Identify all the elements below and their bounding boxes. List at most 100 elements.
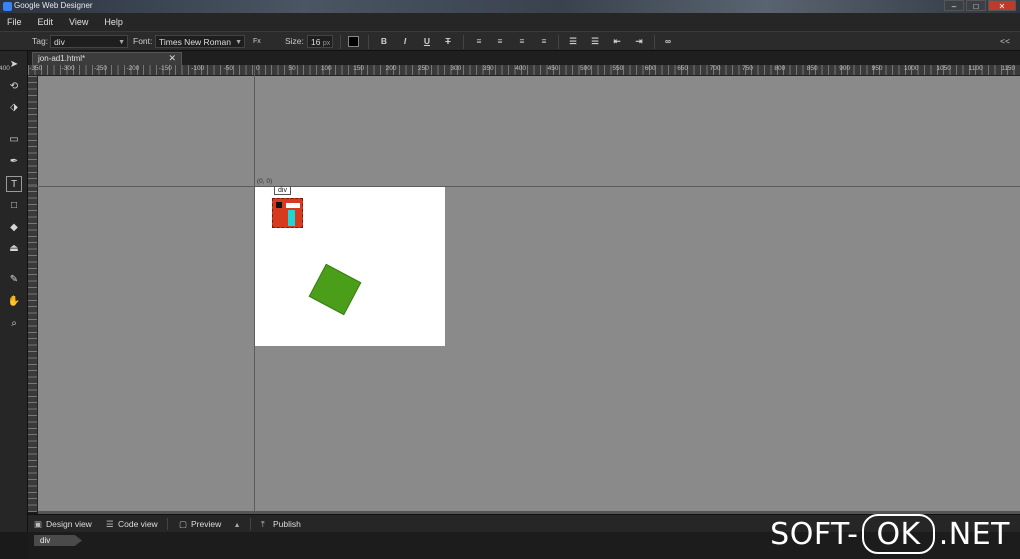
code-view-button[interactable]: ☰ Code view [106,518,158,530]
ruler-tick-label: 750 [742,65,753,72]
link-icon[interactable]: ∞ [661,35,675,48]
tag-select[interactable]: div ▼ [50,35,128,48]
hand-tool-icon[interactable]: ✋ [6,294,22,310]
preview-icon: ▢ [179,519,188,529]
3d-rotation-tool-icon[interactable]: ⟲ [6,79,22,95]
code-view-icon: ☰ [106,519,114,529]
menu-edit[interactable]: Edit [38,17,54,27]
watermark-logo: SOFT- OK .NET [770,512,1010,556]
ruler-tick-label: 1050 [936,65,951,72]
fill-tool-icon[interactable]: ◆ [6,220,22,236]
3d-translation-tool-icon[interactable]: ⬗ [6,100,22,116]
maximize-button[interactable]: □ [966,0,986,11]
preview-button[interactable]: ▢ Preview ▲ [179,518,241,530]
tag-value: div [54,37,65,47]
ruler-tick-label: 250 [418,65,429,72]
paint-bucket-tool-icon[interactable]: ✎ [6,272,22,288]
tag-label: Tag: [32,36,49,46]
font-label: Font: [133,36,153,46]
unordered-list-icon[interactable]: ☰ [588,35,602,48]
collapse-panels-button[interactable]: << [1000,35,1010,48]
ruler-tick-label: -250 [94,65,108,72]
minimize-button[interactable]: – [944,0,964,11]
ruler-tick-label: 650 [677,65,689,72]
size-value: 16 [311,37,321,47]
horizontal-guide[interactable] [28,186,1020,187]
divider [250,518,251,530]
ruler-tick-label: 200 [385,65,397,72]
close-button[interactable]: ✕ [988,0,1016,11]
font-value: Times New Roman [159,37,231,47]
stroke-tool-icon[interactable]: ⏏ [6,241,22,257]
cyan-block [288,210,295,226]
menu-help[interactable]: Help [104,17,123,27]
ruler-tick-label: -350 [29,65,43,72]
title-bar: Google Web Designer – □ ✕ [0,0,1020,13]
divider [558,35,559,49]
publish-button[interactable]: ⤒ Publish [261,518,301,530]
properties-toolbar: Tag: div ▼ Font: Times New Roman ▼ Fx Si… [0,31,1020,51]
ruler-tick-label: 400 [515,65,527,72]
ruler-tick-label: -50 [223,65,233,72]
ruler-tick-label: 850 [806,65,818,72]
vertical-ruler[interactable] [28,76,38,512]
document-tab-bar: jon-ad1.html* ✕ [28,51,1020,65]
divider [654,35,655,49]
menu-file[interactable]: File [7,17,22,27]
menu-view[interactable]: View [69,17,88,27]
design-view-icon: ▣ [34,519,43,529]
align-right-icon[interactable]: ≡ [515,35,529,48]
shape-tool-icon[interactable]: □ [6,198,22,214]
font-select[interactable]: Times New Roman ▼ [155,35,245,48]
indent-icon[interactable]: ⇥ [632,35,646,48]
ruler-tick-label: 150 [353,65,365,72]
ruler-tick-label: 50 [288,65,296,72]
chevron-down-icon: ▼ [235,39,242,46]
selected-div-element[interactable] [272,198,303,228]
outdent-icon[interactable]: ⇤ [610,35,624,48]
design-canvas[interactable] [38,76,1020,512]
watermark-right: .NET [938,516,1010,552]
fx-button[interactable]: Fx [253,35,261,48]
publish-icon: ⤒ [261,519,265,529]
ruler-tick-label: -150 [158,65,172,72]
design-view-button[interactable]: ▣ Design view [34,518,92,530]
watermark-middle: OK [862,514,935,554]
document-tab[interactable]: jon-ad1.html* ✕ [32,52,182,65]
italic-icon[interactable]: I [398,35,412,48]
pen-tool-icon[interactable]: ✒ [6,154,22,170]
window-title: Google Web Designer [14,1,93,10]
tag-tool-icon[interactable]: ▭ [6,132,22,148]
text-color-swatch[interactable] [348,36,359,47]
ruler-tick-label: -400 [0,65,10,72]
code-view-label: Code view [118,519,158,529]
divider [340,35,341,49]
align-left-icon[interactable]: ≡ [472,35,486,48]
zoom-tool-icon[interactable]: ⌕ [6,316,22,332]
publish-label: Publish [273,519,301,529]
text-tool-icon[interactable]: T [6,176,22,192]
strikethrough-icon[interactable]: T [441,35,455,48]
ruler-tick-label: 800 [774,65,786,72]
tools-panel: ➤ ⟲ ⬗ ▭ ✒ T □ ◆ ⏏ ✎ ✋ ⌕ [0,51,28,532]
ruler-tick-label: 350 [482,65,494,72]
ruler-tick-label: -200 [126,65,140,72]
preview-dropdown-icon[interactable]: ▲ [234,522,241,529]
underline-icon[interactable]: U [420,35,434,48]
ruler-tick-label: 900 [839,65,851,72]
ruler-tick-label: 700 [709,65,721,72]
align-justify-icon[interactable]: ≡ [537,35,551,48]
ordered-list-icon[interactable]: ☰ [566,35,580,48]
bold-icon[interactable]: B [377,35,391,48]
size-label: Size: [285,36,304,46]
horizontal-ruler[interactable]: -400 -350 -300 -250 -200 -150 -100 -50 0 50 100 150… [0,65,1020,76]
close-tab-icon[interactable]: ✕ [168,53,176,64]
preview-label: Preview [191,519,222,529]
breadcrumb[interactable]: div [34,535,82,546]
size-input[interactable]: 16 px [307,35,333,48]
size-unit: px [322,40,331,47]
origin-label: (0, 0) [257,178,273,185]
window-controls: – □ ✕ [944,0,1016,11]
align-center-icon[interactable]: ≡ [493,35,507,48]
ruler-tick-label: -300 [61,65,75,72]
